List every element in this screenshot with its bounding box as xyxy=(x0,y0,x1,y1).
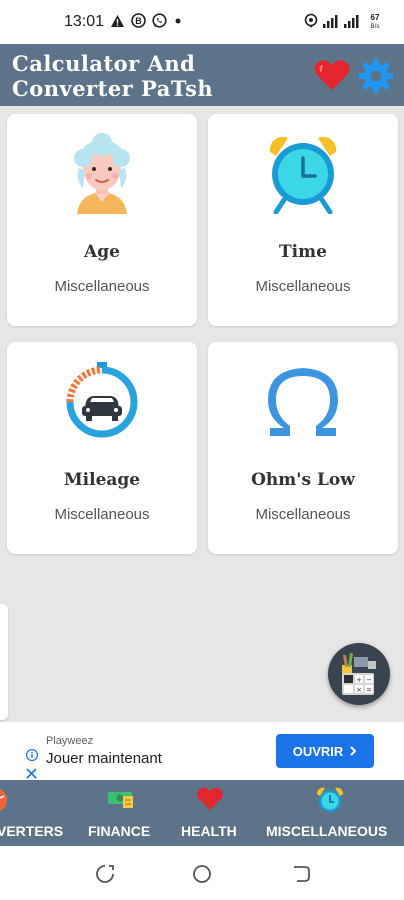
content-area: Age Miscellaneous Time Miscellaneous Mil… xyxy=(0,106,404,722)
svg-text:+: + xyxy=(356,676,362,684)
system-nav-bar xyxy=(0,846,404,900)
svg-text:B: B xyxy=(135,16,142,26)
calculator-fab-button[interactable]: + − × = xyxy=(328,643,390,705)
calculator-tools-icon: + − × = xyxy=(342,652,376,695)
card-title: Mileage xyxy=(63,470,141,490)
car-speedometer-icon xyxy=(66,362,138,438)
card-subtitle: Miscellaneous xyxy=(255,506,351,523)
card-mileage[interactable]: Mileage Miscellaneous xyxy=(7,342,197,554)
ad-cta-label: OUVRIR xyxy=(292,743,344,759)
status-right-icons: 67 B/s xyxy=(304,12,386,30)
chevron-right-icon xyxy=(350,746,357,756)
converters-icon xyxy=(0,789,7,811)
heart-icon xyxy=(197,787,223,810)
alarm-clock-icon xyxy=(269,136,337,214)
home-icon xyxy=(193,865,211,883)
signal-icon xyxy=(322,14,339,28)
b-badge-icon: B xyxy=(131,13,146,28)
svg-text:B/s: B/s xyxy=(371,24,380,30)
nav-tab-finance[interactable]: FINANCE xyxy=(82,780,162,846)
nav-label: MISCELLANEOUS xyxy=(266,823,388,839)
card-title: Age xyxy=(84,242,120,262)
favorites-button[interactable] xyxy=(313,58,351,92)
card-subtitle: Miscellaneous xyxy=(54,506,150,523)
nav-tab-health[interactable]: HEALTH xyxy=(174,780,246,846)
ad-open-button[interactable]: OUVRIR xyxy=(276,734,374,768)
svg-text:−: − xyxy=(366,676,372,684)
ad-headline: Jouer maintenant xyxy=(46,750,162,767)
recents-button[interactable] xyxy=(94,863,116,885)
status-left-icons: B xyxy=(110,13,183,28)
location-icon xyxy=(304,13,318,29)
back-icon xyxy=(294,866,310,882)
card-subtitle: Miscellaneous xyxy=(54,278,150,295)
svg-text:67: 67 xyxy=(371,13,380,22)
nav-label: VERTERS xyxy=(0,823,64,839)
svg-text:×: × xyxy=(356,686,362,694)
data-speed-icon: 67 B/s xyxy=(364,12,386,30)
card-time[interactable]: Time Miscellaneous xyxy=(208,114,398,326)
signal-icon xyxy=(343,14,360,28)
svg-text:=: = xyxy=(366,686,372,694)
side-drawer-handle[interactable] xyxy=(0,604,8,720)
ad-sponsor: Playweez xyxy=(46,735,94,747)
heart-icon xyxy=(314,60,350,90)
nav-label: FINANCE xyxy=(88,823,151,839)
omega-icon xyxy=(268,368,338,436)
dot-icon xyxy=(173,16,183,26)
alarm-clock-icon xyxy=(316,787,344,812)
finance-icon xyxy=(108,792,133,808)
warning-icon xyxy=(110,14,125,28)
nav-label: HEALTH xyxy=(181,823,237,839)
status-bar: 13:01 B 67 B/s xyxy=(0,0,404,44)
card-title: Time xyxy=(279,242,327,262)
settings-button[interactable] xyxy=(358,58,394,94)
recents-icon xyxy=(96,865,114,883)
card-age[interactable]: Age Miscellaneous xyxy=(7,114,197,326)
card-subtitle: Miscellaneous xyxy=(255,278,351,295)
elderly-woman-icon xyxy=(74,133,130,214)
app-title: Calculator And Converter PaTsh xyxy=(12,51,214,101)
status-time: 13:01 xyxy=(64,13,105,30)
card-ohms-low[interactable]: Ohm's Low Miscellaneous xyxy=(208,342,398,554)
app-header: Calculator And Converter PaTsh xyxy=(0,44,404,106)
whatsapp-icon xyxy=(152,13,167,28)
card-title: Ohm's Low xyxy=(251,470,355,490)
ad-info-icon[interactable] xyxy=(25,746,39,765)
nav-tab-miscellaneous[interactable]: MISCELLANEOUS xyxy=(258,780,404,846)
home-button[interactable] xyxy=(191,863,213,885)
nav-tab-converters[interactable]: VERTERS xyxy=(0,780,76,846)
bottom-nav: VERTERS FINANCE HEALTH MISCELLANEOUS xyxy=(0,780,404,846)
gear-icon xyxy=(359,59,393,93)
back-button[interactable] xyxy=(290,863,312,885)
